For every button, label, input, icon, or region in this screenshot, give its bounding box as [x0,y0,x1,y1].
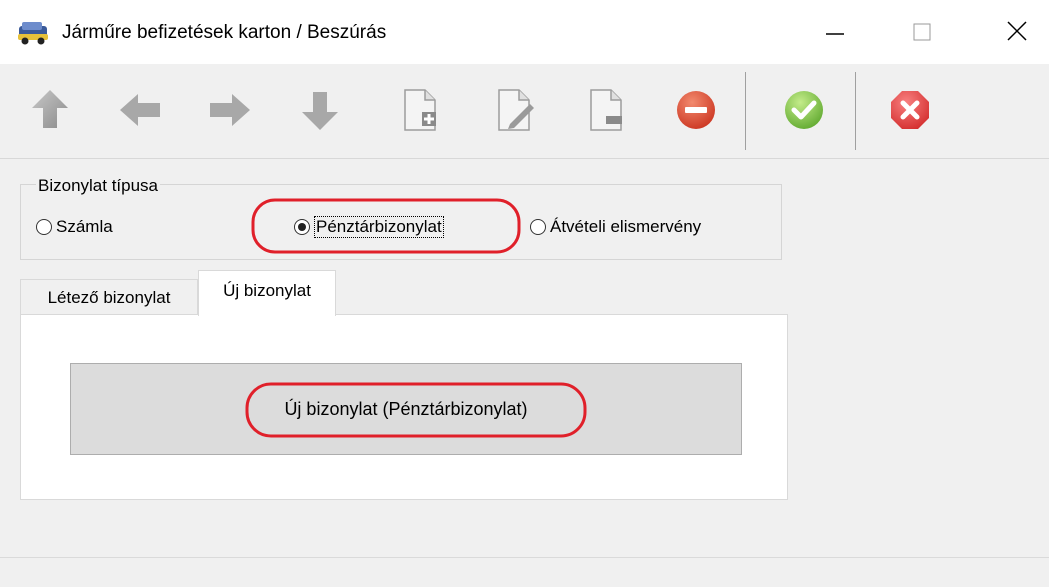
window-title: Járműre befizetések karton / Beszúrás [62,22,387,43]
maximize-button[interactable] [898,10,944,54]
toolbar [0,64,1049,159]
minimize-button[interactable] [812,10,858,54]
cancel-button[interactable] [886,86,934,134]
arrow-up-icon [32,90,68,128]
edit-button[interactable] [490,86,538,134]
radio-selected-dot [298,223,306,231]
new-document-button-label: Új bizonylat (Pénztárbizonylat) [284,398,528,419]
document-edit-icon [498,89,534,131]
document-remove-icon [590,89,622,131]
arrow-down-icon [302,92,338,130]
tab-letezo-bizonylat[interactable]: Létező bizonylat [20,279,198,315]
toolbar-separator [855,72,856,150]
radio-penztarbizonylat[interactable]: Pénztárbizonylat [294,215,444,239]
move-down-button[interactable] [296,86,344,134]
cancel-icon [891,91,929,129]
close-icon [1007,21,1027,41]
maximize-icon [913,23,931,41]
document-type-legend: Bizonylat típusa [36,176,161,196]
radio-label: Pénztárbizonylat [314,216,444,238]
radio-button[interactable] [294,219,310,235]
insert-button[interactable] [396,86,444,134]
move-right-button[interactable] [206,86,254,134]
radio-label: Számla [56,217,113,236]
radio-button[interactable] [36,219,52,235]
remove-button[interactable] [582,86,630,134]
toolbar-separator [745,72,746,150]
delete-icon [677,91,715,129]
close-button[interactable] [994,10,1040,54]
radio-button[interactable] [530,219,546,235]
minimize-icon [826,33,844,35]
move-left-button[interactable] [116,86,164,134]
car-icon [18,22,48,45]
arrow-left-icon [120,94,160,126]
arrow-right-icon [210,94,250,126]
confirm-button[interactable] [780,86,828,134]
tab-uj-bizonylat[interactable]: Új bizonylat [198,270,336,316]
radio-szamla[interactable]: Számla [36,215,113,239]
new-document-button[interactable]: Új bizonylat (Pénztárbizonylat) [70,363,742,455]
confirm-icon [785,91,823,129]
radio-atveteli-elismerveny[interactable]: Átvételi elismervény [530,215,701,239]
radio-label: Átvételi elismervény [550,217,702,236]
move-up-button[interactable] [26,86,74,134]
delete-button[interactable] [672,86,720,134]
title-bar: Járműre befizetések karton / Beszúrás [0,0,1049,64]
document-add-icon [404,89,436,131]
status-bar-divider [0,557,1049,558]
